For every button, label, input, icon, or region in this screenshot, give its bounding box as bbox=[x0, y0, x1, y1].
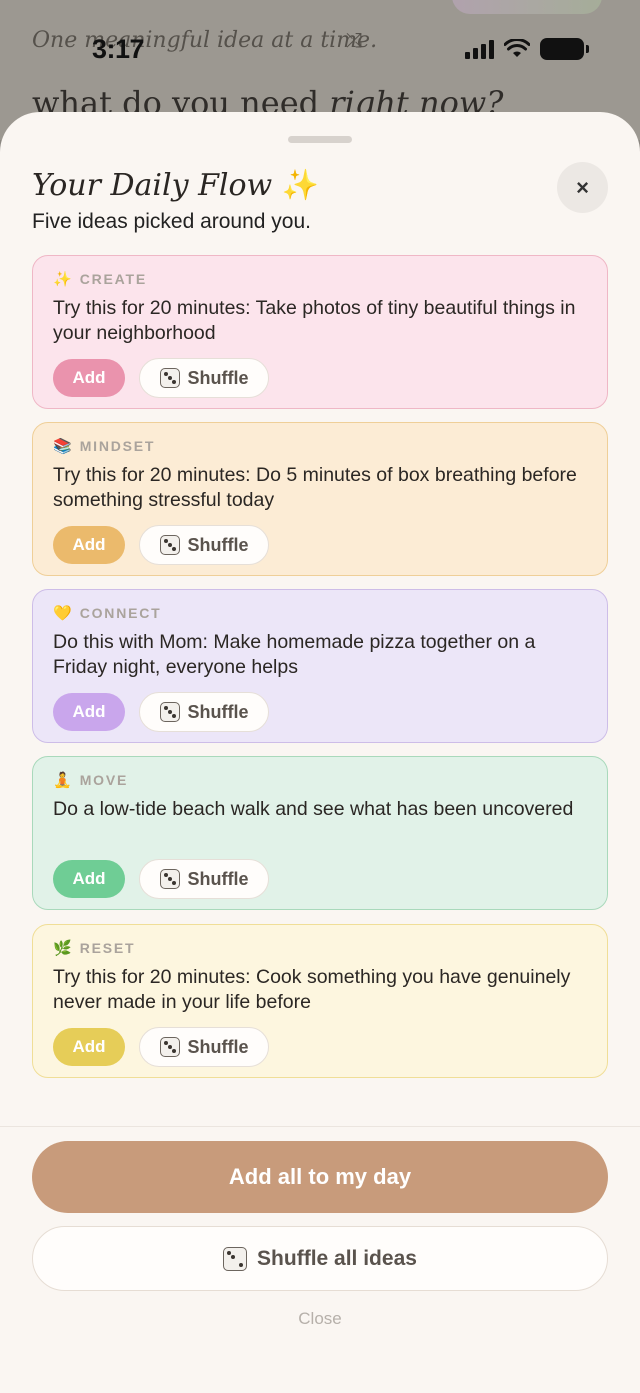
card-category: 🌿 RESET bbox=[53, 939, 587, 957]
card-actions: Add Shuffle bbox=[53, 1027, 587, 1067]
background-shuffle-icon: ⤮ bbox=[346, 30, 362, 52]
card-category-label: RESET bbox=[79, 940, 136, 956]
shuffle-button[interactable]: Shuffle bbox=[139, 1027, 269, 1067]
add-button[interactable]: Add bbox=[53, 693, 125, 731]
shuffle-button[interactable]: Shuffle bbox=[139, 525, 269, 565]
idea-card-connect: 💛 CONNECT Do this with Mom: Make homemade… bbox=[32, 589, 608, 743]
shuffle-label: Shuffle bbox=[187, 1036, 249, 1057]
shuffle-all-label: Shuffle all ideas bbox=[257, 1246, 417, 1270]
sheet-grabber[interactable] bbox=[288, 136, 352, 143]
dice-icon bbox=[159, 702, 180, 722]
herb-icon: 🌿 bbox=[53, 940, 72, 957]
wifi-icon bbox=[504, 39, 530, 57]
card-category: 💛 CONNECT bbox=[53, 604, 587, 622]
sheet-title-text: Your Daily Flow bbox=[32, 168, 273, 203]
shuffle-label: Shuffle bbox=[187, 367, 249, 388]
shuffle-label: Shuffle bbox=[187, 534, 249, 555]
card-idea-text: Try this for 20 minutes: Take photos of … bbox=[53, 297, 576, 344]
shuffle-label: Shuffle bbox=[187, 868, 249, 889]
idea-card-mindset: 📚 MINDSET Try this for 20 minutes: Do 5 m… bbox=[32, 422, 608, 576]
shuffle-button[interactable]: Shuffle bbox=[139, 859, 269, 899]
shuffle-all-button[interactable]: Shuffle all ideas bbox=[32, 1226, 608, 1291]
idea-card-create: ✨ CREATE Try this for 20 minutes: Take ph… bbox=[32, 255, 608, 409]
card-category-label: MINDSET bbox=[79, 438, 156, 454]
footer-divider bbox=[0, 1126, 640, 1127]
close-icon: × bbox=[576, 174, 589, 200]
daily-flow-sheet: Your Daily Flow ✨ Five ideas picked arou… bbox=[0, 112, 640, 1393]
yoga-icon: 🧘 bbox=[53, 772, 72, 789]
books-icon: 📚 bbox=[53, 438, 72, 455]
card-idea-text: Do a low-tide beach walk and see what ha… bbox=[53, 798, 574, 820]
dice-icon bbox=[159, 368, 180, 388]
card-category: 🧘 MOVE bbox=[53, 771, 587, 789]
dice-icon bbox=[223, 1246, 248, 1271]
battery-icon bbox=[540, 38, 589, 60]
dice-icon bbox=[159, 869, 180, 889]
close-link[interactable]: Close bbox=[0, 1309, 640, 1329]
card-actions: Add Shuffle bbox=[53, 525, 587, 565]
idea-card-move: 🧘 MOVE Do a low-tide beach walk and see w… bbox=[32, 756, 608, 910]
card-actions: Add Shuffle bbox=[53, 859, 587, 899]
add-all-button[interactable]: Add all to my day bbox=[32, 1141, 608, 1213]
shuffle-button[interactable]: Shuffle bbox=[139, 692, 269, 732]
dice-icon bbox=[159, 1037, 180, 1057]
add-button[interactable]: Add bbox=[53, 1028, 125, 1066]
card-actions: Add Shuffle bbox=[53, 692, 587, 732]
cellular-signal-icon bbox=[465, 39, 494, 59]
shuffle-button[interactable]: Shuffle bbox=[139, 358, 269, 398]
sheet-subtitle: Five ideas picked around you. bbox=[32, 210, 311, 233]
add-button[interactable]: Add bbox=[53, 860, 125, 898]
sparkles-icon: ✨ bbox=[53, 271, 72, 288]
card-idea-text: Do this with Mom: Make homemade pizza to… bbox=[53, 631, 536, 678]
status-time: 3:17 bbox=[92, 34, 145, 64]
shuffle-label: Shuffle bbox=[187, 701, 249, 722]
card-category-label: CREATE bbox=[79, 271, 148, 287]
idea-card-reset: 🌿 RESET Try this for 20 minutes: Cook som… bbox=[32, 924, 608, 1078]
card-actions: Add Shuffle bbox=[53, 358, 587, 398]
card-category: ✨ CREATE bbox=[53, 270, 587, 288]
card-idea-text: Try this for 20 minutes: Cook something … bbox=[53, 966, 571, 1013]
background-pill bbox=[452, 0, 602, 14]
close-button[interactable]: × bbox=[557, 162, 608, 213]
card-category-label: CONNECT bbox=[79, 605, 162, 621]
background-tagline: One meaningful idea at a time. bbox=[32, 28, 378, 53]
card-category: 📚 MINDSET bbox=[53, 437, 587, 455]
sparkles-icon: ✨ bbox=[281, 168, 320, 203]
heart-icon: 💛 bbox=[53, 605, 72, 622]
sheet-title: Your Daily Flow ✨ bbox=[32, 168, 319, 203]
status-icons bbox=[465, 38, 589, 60]
add-button[interactable]: Add bbox=[53, 359, 125, 397]
card-idea-text: Try this for 20 minutes: Do 5 minutes of… bbox=[53, 464, 577, 511]
dice-icon bbox=[159, 535, 180, 555]
card-category-label: MOVE bbox=[79, 772, 129, 788]
add-button[interactable]: Add bbox=[53, 526, 125, 564]
